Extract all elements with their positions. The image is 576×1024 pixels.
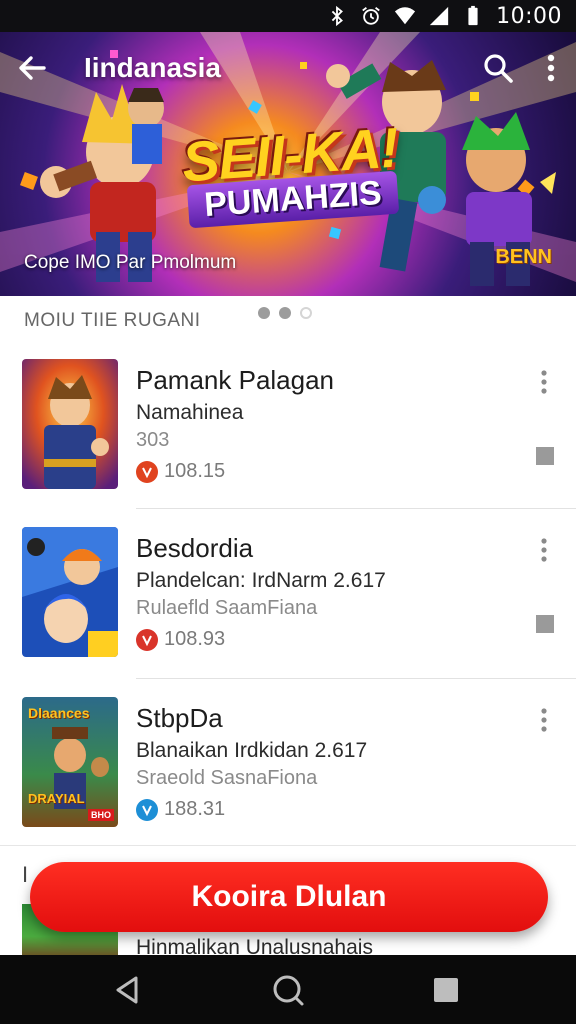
system-nav-bar [0,955,576,1024]
game-meta: 303 [136,429,170,451]
game-thumbnail[interactable]: Dlaances DRAYIAL BHO [22,697,118,827]
search-icon[interactable] [480,50,516,86]
game-price-value: 188.31 [164,798,226,820]
partial-label: I [22,862,29,887]
game-thumbnail[interactable] [22,527,118,657]
game-list-item[interactable]: Pamank Palagan Namahinea 303 108.15 [0,359,576,529]
alarm-icon [362,7,380,25]
game-publisher: Plandelcan: IrdNarm 2.617 [136,569,386,592]
circle-home-icon[interactable] [270,972,306,1008]
carousel-dot-active[interactable] [258,307,270,319]
wifi-icon [395,7,416,25]
price-tag-icon [136,628,158,651]
more-vert-icon[interactable] [536,369,552,395]
game-price: 108.93 [136,628,225,651]
game-thumbnail[interactable] [22,359,118,489]
app-title: Iindanasia [84,52,221,83]
game-price-value: 108.15 [164,460,226,482]
status-time: 10:00 [496,3,562,29]
status-bar: 10:00 [0,0,576,32]
divider [136,508,576,509]
triangle-back-icon[interactable] [110,972,146,1008]
carousel-dot[interactable] [300,307,312,319]
hero-caption: Cope IMO Par Pmolmum [24,252,237,273]
game-title[interactable]: Pamank Palagan [136,365,334,396]
checkbox-square-icon[interactable] [536,615,554,633]
primary-action-button[interactable]: Kooira Dlulan [30,862,548,932]
carousel-dot[interactable] [279,307,291,319]
app-bar: Iindanasia [0,32,576,104]
game-price: 108.15 [136,460,225,483]
game-publisher: Namahinea [136,401,244,424]
square-recents-icon[interactable] [428,972,464,1008]
game-list-item[interactable]: Dlaances DRAYIAL BHO StbpDa Blanaikan Ir… [0,697,576,867]
thumb-text-bottom: DRAYIAL [28,791,85,806]
divider [136,678,576,679]
checkbox-square-icon[interactable] [536,447,554,465]
hero-banner[interactable]: Iindanasia SEII-KA! PUMAHZIS Cope IMO Pa… [0,32,576,296]
price-tag-icon [136,798,158,821]
thumb-tag: BHO [88,809,114,821]
carousel-indicator[interactable] [258,307,312,319]
more-vert-icon[interactable] [540,50,562,86]
game-list-item[interactable]: Besdordia Plandelcan: IrdNarm 2.617 Rula… [0,527,576,697]
battery-icon [468,5,478,26]
price-tag-icon [136,460,158,483]
game-publisher: Blanaikan Irdkidan 2.617 [136,739,368,762]
game-title[interactable]: StbpDa [136,703,223,734]
hero-badge: BENN [495,246,552,268]
game-title[interactable]: Besdordia [136,533,253,564]
section-label: MOIU TIIE RUGANI [24,310,201,331]
game-meta: Rulaefld SaamFiana [136,597,318,619]
back-arrow-icon[interactable] [14,50,50,86]
more-vert-icon[interactable] [536,537,552,563]
signal-icon [429,6,449,26]
bluetooth-icon [331,5,344,27]
game-price: 188.31 [136,798,225,821]
game-meta: Sraeold SasnaFiona [136,767,318,789]
game-price-value: 108.93 [164,628,226,650]
more-vert-icon[interactable] [536,707,552,733]
